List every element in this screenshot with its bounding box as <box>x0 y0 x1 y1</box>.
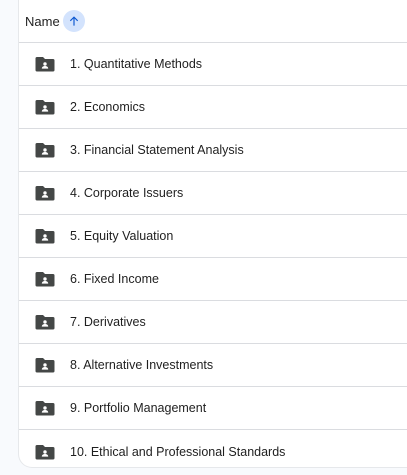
shared-folder-icon <box>35 314 55 330</box>
folder-row[interactable]: 10. Ethical and Professional Standards <box>19 430 407 467</box>
folder-row[interactable]: 9. Portfolio Management <box>19 387 407 430</box>
shared-folder-icon <box>35 271 55 287</box>
shared-folder-icon <box>35 56 55 72</box>
shared-folder-icon <box>35 99 55 115</box>
name-column-label[interactable]: Name <box>25 14 60 29</box>
folder-name: 7. Derivatives <box>70 315 146 329</box>
shared-folder-icon <box>35 228 55 244</box>
column-header: Name <box>19 0 407 43</box>
folder-row[interactable]: 7. Derivatives <box>19 301 407 344</box>
folder-name: 1. Quantitative Methods <box>70 57 203 71</box>
file-list: Name 1. Quantitative Methods 2. Economic… <box>18 0 407 468</box>
shared-folder-icon <box>35 357 55 373</box>
folder-name: 3. Financial Statement Analysis <box>70 143 244 157</box>
folder-name: 4. Corporate Issuers <box>70 186 184 200</box>
folder-name: 6. Fixed Income <box>70 272 159 286</box>
sort-ascending-button[interactable] <box>62 10 85 32</box>
folder-row[interactable]: 6. Fixed Income <box>19 258 407 301</box>
arrow-up-icon <box>69 16 78 26</box>
folder-name: 2. Economics <box>70 100 146 114</box>
folder-name: 10. Ethical and Professional Standards <box>70 444 286 459</box>
folder-name: 9. Portfolio Management <box>70 401 207 415</box>
shared-folder-icon <box>35 185 55 201</box>
shared-folder-icon <box>35 444 55 460</box>
shared-folder-icon <box>35 142 55 158</box>
folder-name: 8. Alternative Investments <box>70 358 214 372</box>
folder-row[interactable]: 8. Alternative Investments <box>19 344 407 387</box>
folder-name: 5. Equity Valuation <box>70 229 174 243</box>
folder-row[interactable]: 5. Equity Valuation <box>19 215 407 258</box>
folder-row[interactable]: 1. Quantitative Methods <box>19 43 407 86</box>
folder-row[interactable]: 4. Corporate Issuers <box>19 172 407 215</box>
shared-folder-icon <box>35 400 55 416</box>
folder-row[interactable]: 3. Financial Statement Analysis <box>19 129 407 172</box>
folder-row[interactable]: 2. Economics <box>19 86 407 129</box>
